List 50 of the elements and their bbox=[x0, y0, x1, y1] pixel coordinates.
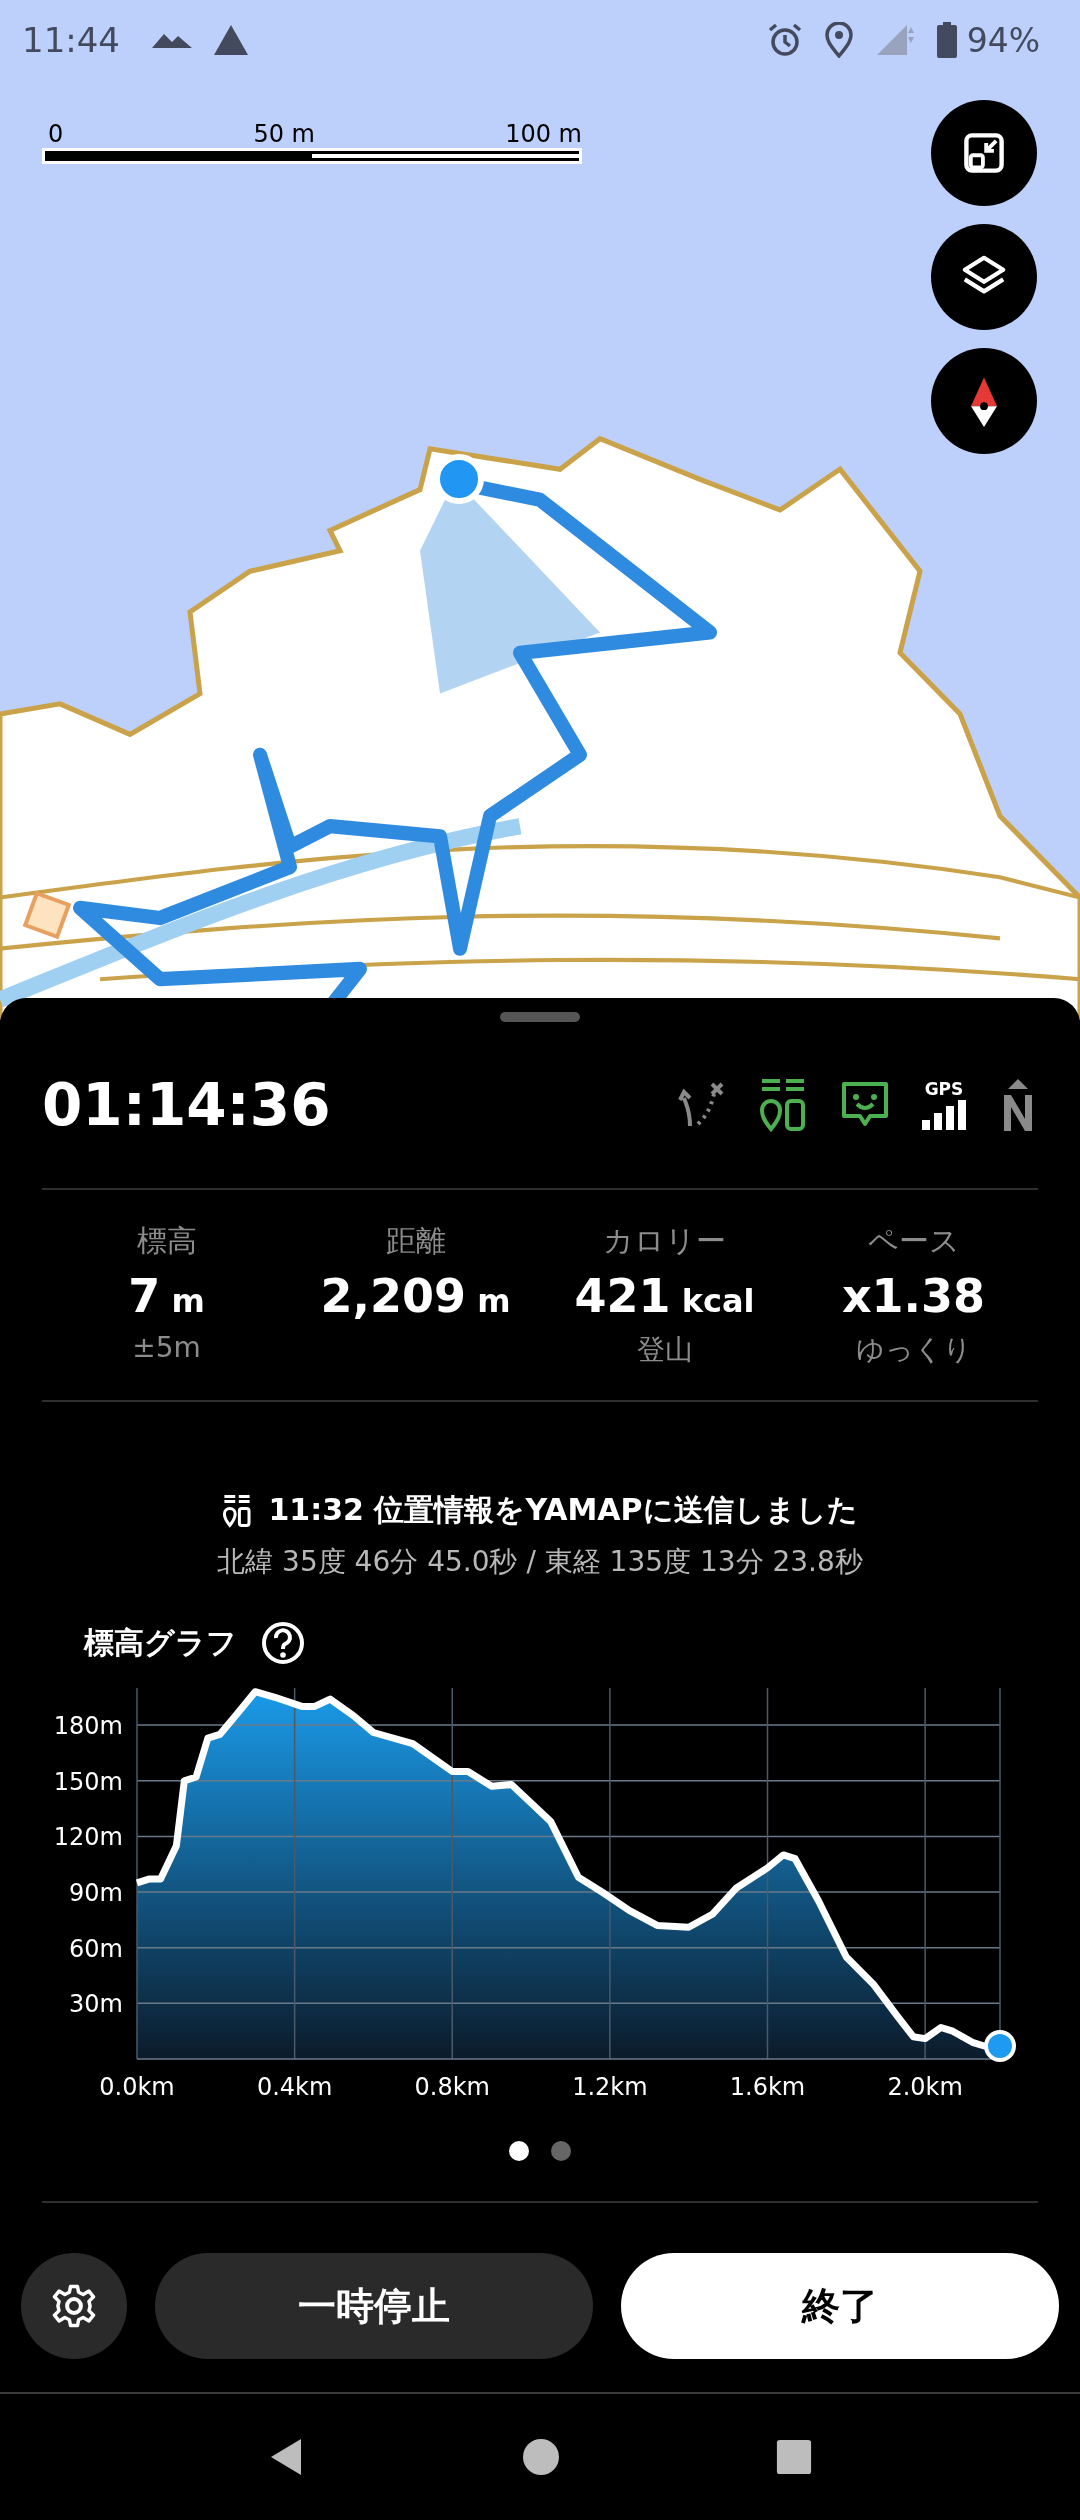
scale-label: 0 bbox=[48, 122, 64, 146]
x-axis-label: 0.4km bbox=[256, 2073, 333, 2101]
home-icon[interactable] bbox=[521, 2437, 561, 2477]
y-axis-label: 60m bbox=[69, 1934, 123, 1963]
stat-label: 距離 bbox=[385, 1222, 446, 1260]
location-share-icon bbox=[222, 1493, 253, 1528]
y-axis-label: 180m bbox=[53, 1712, 123, 1741]
stat-value: x1.38 bbox=[841, 1269, 986, 1323]
alarm-icon bbox=[766, 22, 803, 58]
pause-button[interactable]: 一時停止 bbox=[155, 2253, 593, 2359]
y-axis-label: 150m bbox=[53, 1767, 123, 1796]
x-axis-label: 1.2km bbox=[572, 2073, 648, 2101]
scale-label: 50 m bbox=[253, 122, 315, 146]
elapsed-time: 01:14:36 bbox=[42, 1071, 331, 1139]
x-axis-label: 0.8km bbox=[414, 2073, 490, 2101]
location-share-icon[interactable] bbox=[758, 1077, 808, 1133]
current-position-dot bbox=[984, 2030, 1016, 2062]
battery-icon bbox=[936, 22, 957, 58]
y-axis-label: 30m bbox=[69, 1990, 123, 2019]
battery-percent: 94% bbox=[966, 20, 1040, 60]
stat-value: 7 m bbox=[128, 1269, 205, 1323]
status-message: 11:32 位置情報をYAMAPに送信しました bbox=[268, 1491, 858, 1529]
page-dot[interactable] bbox=[551, 2141, 571, 2161]
x-axis-label: 1.6km bbox=[729, 2073, 806, 2101]
y-axis-label: 90m bbox=[69, 1879, 123, 1908]
page-dot[interactable] bbox=[509, 2141, 529, 2161]
stat-caption: 登山 bbox=[636, 1332, 693, 1368]
stat-caption: ゆっくり bbox=[855, 1332, 972, 1368]
stat-value: 2,209 m bbox=[320, 1269, 511, 1323]
x-axis-label: 0.0km bbox=[99, 2073, 175, 2101]
scale-label: 100 m bbox=[505, 122, 582, 146]
fit-view-icon bbox=[962, 131, 1006, 175]
help-icon[interactable] bbox=[261, 1621, 305, 1665]
location-pin-icon bbox=[824, 22, 853, 58]
graph-title: 標高グラフ bbox=[84, 1623, 237, 1662]
gps-signal-indicator[interactable]: GPS bbox=[922, 1080, 966, 1130]
stat-label: 標高 bbox=[136, 1222, 197, 1260]
tent-icon bbox=[214, 25, 248, 55]
x-axis-label: 2.0km bbox=[887, 2073, 963, 2101]
stat-value: 421 kcal bbox=[574, 1269, 755, 1323]
drag-handle[interactable] bbox=[500, 1012, 580, 1022]
stat-label: ペース bbox=[867, 1222, 960, 1260]
recents-icon[interactable] bbox=[775, 2438, 813, 2476]
clock-time: 11:44 bbox=[22, 20, 120, 60]
stat-caption: ±5m bbox=[132, 1331, 201, 1366]
y-axis-label: 120m bbox=[53, 1823, 123, 1852]
coordinates-text: 北緯 35度 46分 45.0秒 / 東経 135度 13分 23.8秒 bbox=[217, 1544, 863, 1580]
stat-label: カロリー bbox=[603, 1222, 726, 1260]
finish-button[interactable]: 終了 bbox=[621, 2253, 1059, 2359]
settings-icon bbox=[51, 2283, 97, 2329]
